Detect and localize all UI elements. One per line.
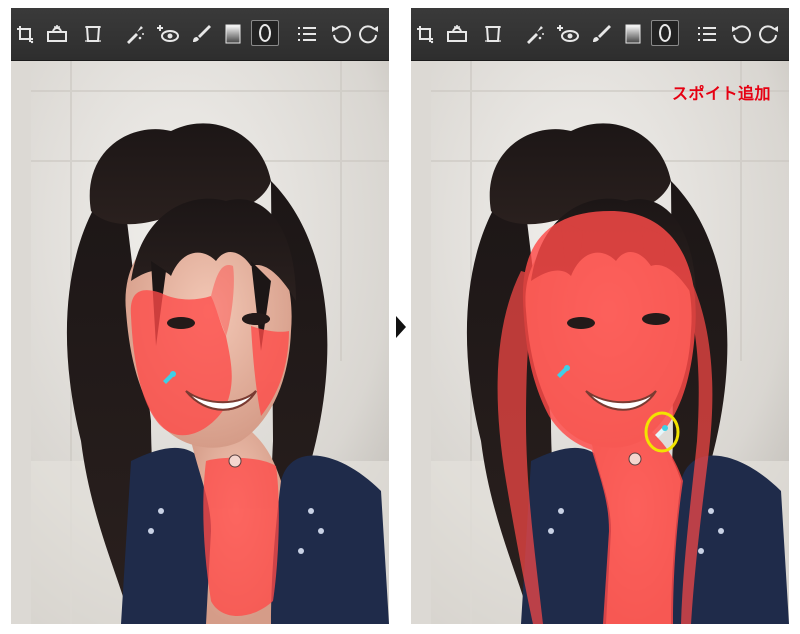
red-eye-add-icon[interactable] xyxy=(555,22,579,46)
transform-icon[interactable] xyxy=(481,22,505,46)
radial-filter-icon[interactable] xyxy=(251,20,279,46)
crop-tool-icon[interactable] xyxy=(413,22,437,46)
undo-icon[interactable] xyxy=(729,22,753,46)
redo-icon[interactable] xyxy=(757,22,781,46)
brush-pin-icon xyxy=(628,452,642,466)
photo-canvas[interactable] xyxy=(11,61,389,624)
transform-icon[interactable] xyxy=(81,22,105,46)
arrow-right-icon xyxy=(396,316,406,338)
red-eye-add-icon[interactable] xyxy=(155,22,179,46)
brush-pin-icon xyxy=(228,454,242,468)
brush-icon[interactable] xyxy=(189,22,213,46)
spot-removal-icon[interactable] xyxy=(445,22,469,46)
photo-canvas[interactable] xyxy=(411,61,789,624)
list-icon[interactable] xyxy=(295,22,319,46)
redo-icon[interactable] xyxy=(357,22,381,46)
dropper-brush-icon[interactable] xyxy=(523,22,547,46)
list-icon[interactable] xyxy=(695,22,719,46)
annotation-label: スポイト追加 xyxy=(672,84,772,103)
radial-filter-icon[interactable] xyxy=(651,20,679,46)
brush-icon[interactable] xyxy=(589,22,613,46)
graduated-filter-icon[interactable] xyxy=(621,22,645,46)
crop-tool-icon[interactable] xyxy=(13,22,37,46)
graduated-filter-icon[interactable] xyxy=(221,22,245,46)
before-panel xyxy=(11,8,389,624)
undo-icon[interactable] xyxy=(329,22,353,46)
toolbar xyxy=(11,8,389,61)
dropper-brush-icon[interactable] xyxy=(123,22,147,46)
toolbar xyxy=(411,8,789,61)
spot-removal-icon[interactable] xyxy=(45,22,69,46)
